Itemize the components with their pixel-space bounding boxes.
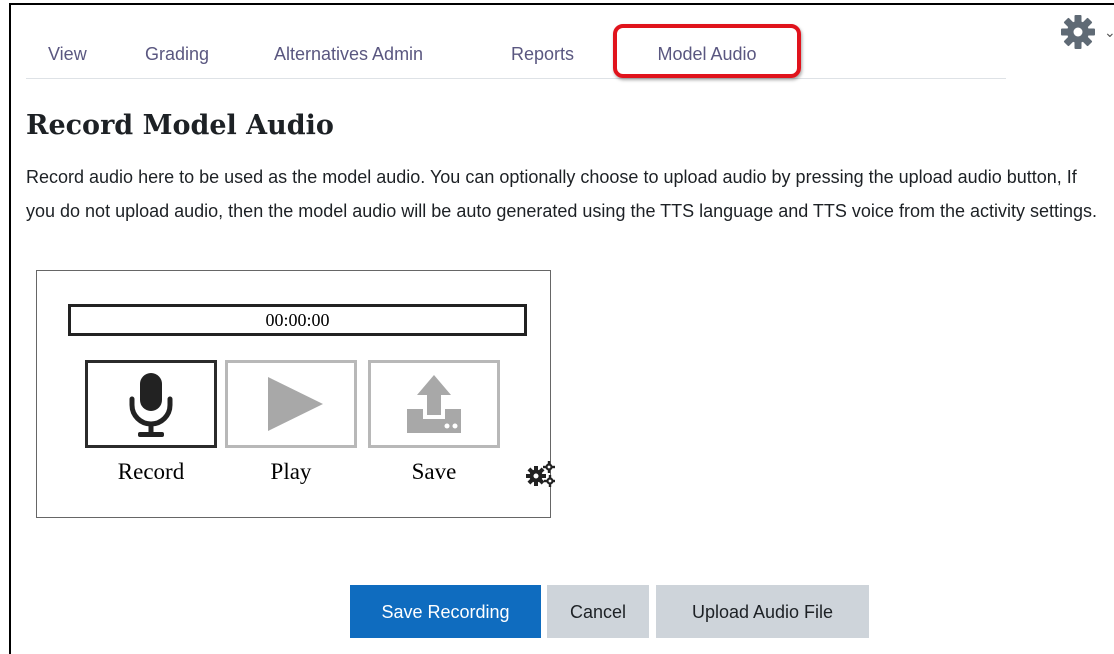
record-button[interactable] [85, 360, 217, 448]
tab-alternatives-admin[interactable]: Alternatives Admin [274, 44, 423, 65]
record-label: Record [117, 459, 185, 484]
tab-reports[interactable]: Reports [511, 44, 574, 65]
window-frame-left [9, 3, 11, 654]
audio-recorder-widget: 00:00:00 Record Play Save [36, 270, 555, 518]
play-button[interactable] [225, 360, 357, 448]
upload-audio-file-button[interactable]: Upload Audio File [656, 585, 869, 638]
microphone-icon [129, 373, 173, 437]
page-title: Record Model Audio [26, 110, 334, 141]
recording-timer: 00:00:00 [68, 304, 527, 336]
save-recording-button[interactable]: Save Recording [350, 585, 541, 638]
save-upload-button[interactable] [368, 360, 500, 448]
page-description: Record audio here to be used as the mode… [26, 167, 1098, 221]
save-label: Save [411, 459, 457, 484]
gear-icon[interactable] [1060, 14, 1100, 50]
play-label: Play [270, 459, 312, 484]
play-icon [268, 377, 323, 431]
window-frame-top [9, 3, 1114, 5]
tab-grading[interactable]: Grading [145, 44, 209, 65]
tab-model-audio[interactable]: Model Audio [617, 44, 797, 65]
tab-model-audio-highlight[interactable]: Model Audio [613, 24, 801, 78]
chevron-down-icon[interactable]: ⌄ [1104, 24, 1114, 41]
tab-view[interactable]: View [48, 44, 87, 65]
gears-icon[interactable] [525, 460, 555, 488]
upload-icon [407, 375, 461, 433]
activity-tabs: View Grading Alternatives Admin Reports … [26, 24, 1006, 79]
cancel-button[interactable]: Cancel [547, 585, 649, 638]
